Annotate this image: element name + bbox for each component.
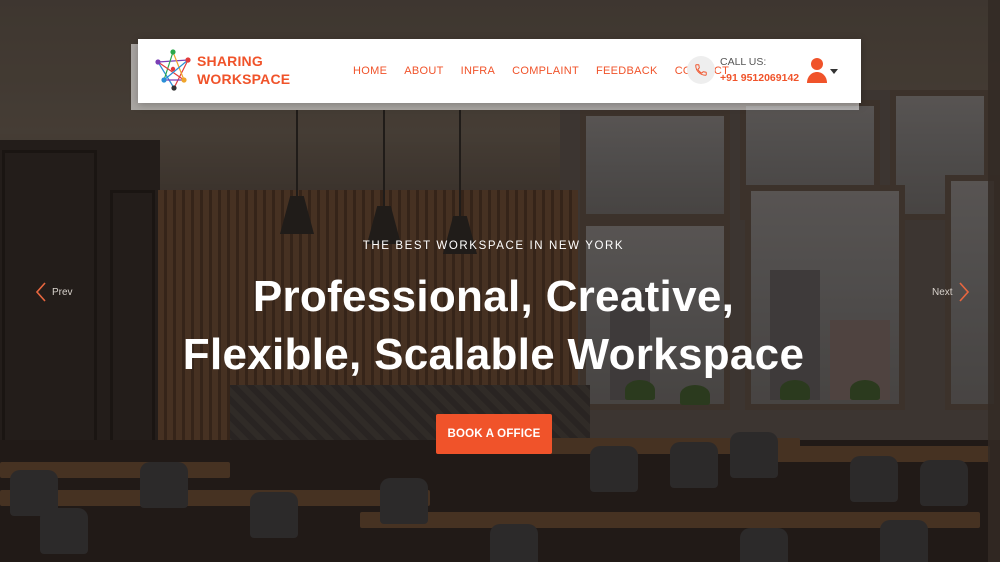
hero-headline: Professional, Creative, Flexible, Scalab… bbox=[0, 268, 987, 384]
user-icon[interactable] bbox=[806, 56, 828, 84]
nav-home[interactable]: HOME bbox=[353, 65, 387, 77]
brand-wordmark[interactable]: SHARING WORKSPACE bbox=[197, 52, 290, 88]
caret-down-icon[interactable] bbox=[830, 69, 838, 74]
nav-about[interactable]: ABOUT bbox=[404, 65, 443, 77]
nav-feedback[interactable]: FEEDBACK bbox=[596, 65, 658, 77]
phone-glyph bbox=[695, 64, 707, 76]
nav-infra[interactable]: INFRA bbox=[461, 65, 496, 77]
nav-complaint[interactable]: COMPLAINT bbox=[512, 65, 579, 77]
navbar: SHARING WORKSPACE HOME ABOUT INFRA COMPL… bbox=[138, 39, 861, 103]
hero-kicker: THE BEST WORKSPACE IN NEW YORK bbox=[362, 240, 625, 252]
page-edge-strip bbox=[988, 0, 1000, 562]
book-office-button[interactable]: BOOK A OFFICE bbox=[436, 414, 552, 454]
logo-icon[interactable] bbox=[154, 48, 194, 94]
phone-icon[interactable] bbox=[687, 56, 715, 84]
main-nav: HOME ABOUT INFRA COMPLAINT FEEDBACK CONT… bbox=[353, 65, 729, 77]
brand-line-1: SHARING bbox=[197, 53, 263, 69]
hero-headline-line-1: Professional, Creative, bbox=[252, 272, 735, 321]
call-us-label: CALL US: bbox=[720, 56, 767, 68]
brand-line-2: WORKSPACE bbox=[197, 71, 291, 87]
hero-headline-line-2: Flexible, Scalable Workspace bbox=[182, 330, 805, 379]
phone-number[interactable]: +91 9512069142 bbox=[720, 72, 799, 84]
